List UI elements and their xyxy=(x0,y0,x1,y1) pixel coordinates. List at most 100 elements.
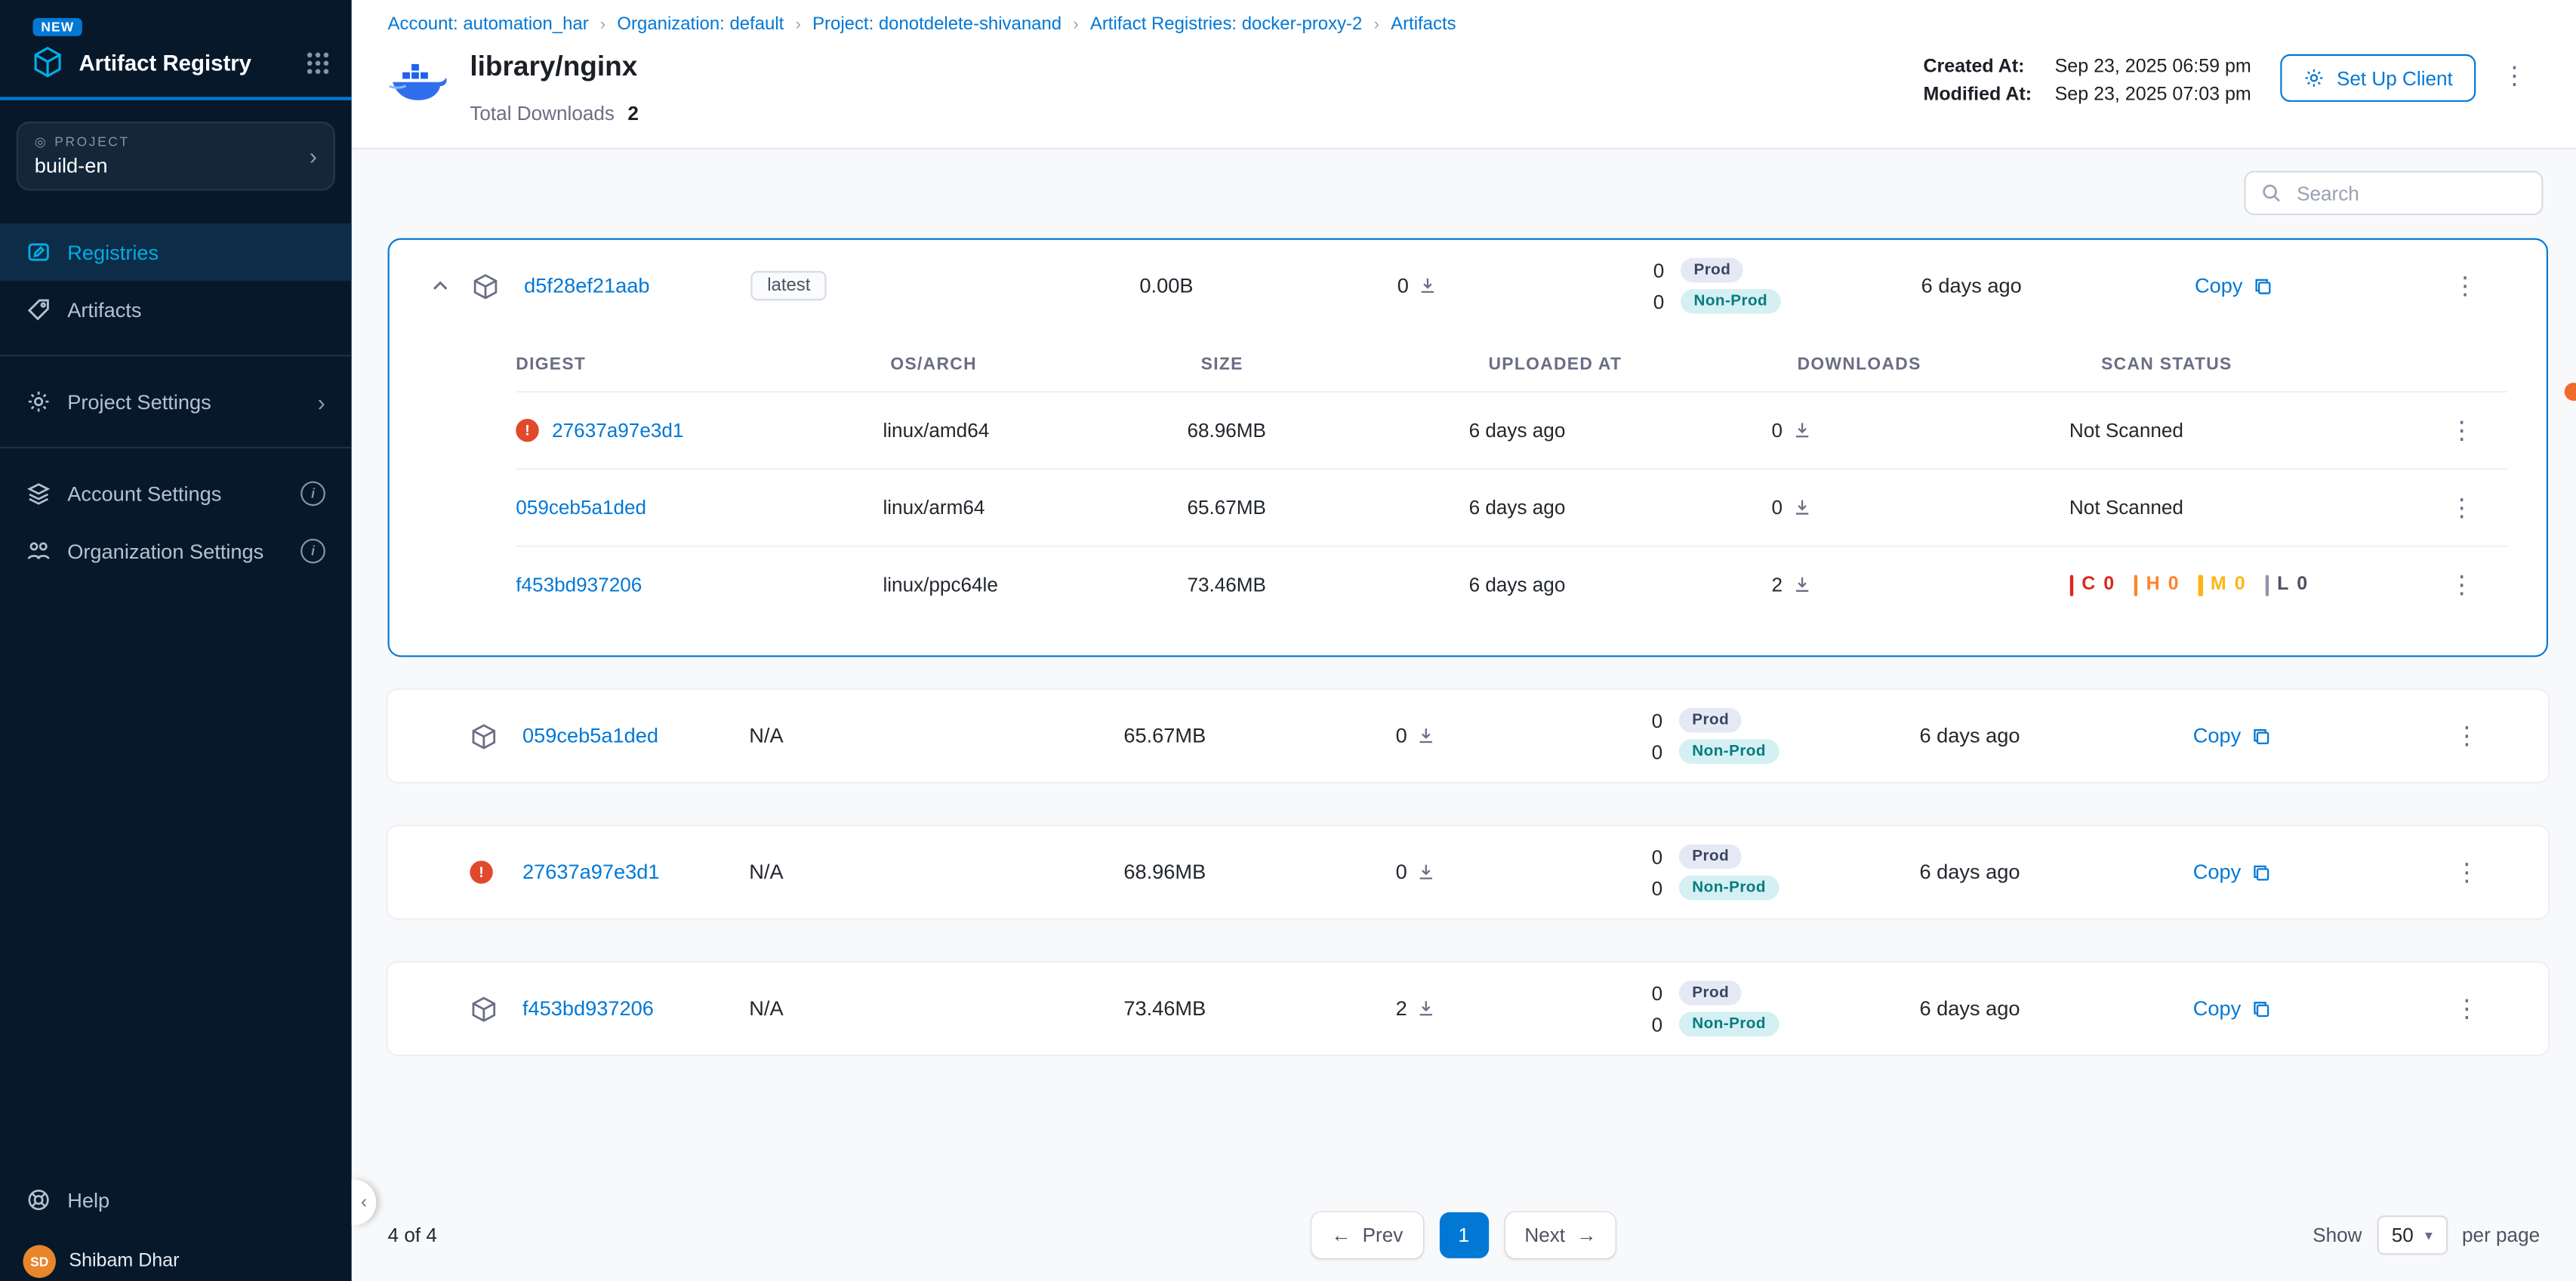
arrow-right-icon: → xyxy=(1576,1224,1596,1246)
digest-row[interactable]: f453bd937206 linux/ppc64le 73.46MB 6 day… xyxy=(516,545,2507,622)
created-at-label: Created At: xyxy=(1923,57,2032,77)
version-size: 65.67MB xyxy=(1028,725,1301,747)
total-downloads-value: 2 xyxy=(627,102,639,125)
digest-uploaded: 6 days ago xyxy=(1469,573,1772,596)
user-menu[interactable]: SD Shibam Dhar xyxy=(0,1229,352,1281)
main-content: Account: automation_har › Organization: … xyxy=(352,0,2576,1281)
version-downloads: 2 xyxy=(1396,997,1407,1020)
search-input[interactable] xyxy=(2294,180,2527,206)
row-kebab-menu-icon[interactable]: ⋮ xyxy=(2445,720,2489,751)
sidebar-item-help[interactable]: Help xyxy=(0,1172,352,1229)
row-kebab-menu-icon[interactable]: ⋮ xyxy=(2445,993,2489,1024)
version-row[interactable]: f453bd937206 N/A 73.46MB 2 0 Prod 0 xyxy=(388,962,2548,1055)
digest-link[interactable]: 059ceb5a1ded xyxy=(516,496,646,519)
total-downloads-label: Total Downloads xyxy=(470,102,615,125)
row-kebab-menu-icon[interactable]: ⋮ xyxy=(2439,569,2484,600)
sidebar-item-project-settings[interactable]: Project Settings › xyxy=(0,373,352,430)
copy-button[interactable]: Copy xyxy=(2195,274,2274,297)
account-icon xyxy=(26,482,51,507)
copy-icon xyxy=(2251,998,2272,1019)
prod-badge: Prod xyxy=(1679,844,1742,869)
prod-badge: Prod xyxy=(1679,708,1742,733)
deployments-cell: 0 Prod 0 Non-Prod xyxy=(1531,844,1813,900)
digest-os-arch: linux/ppc64le xyxy=(883,573,1187,596)
copy-button[interactable]: Copy xyxy=(2193,725,2272,747)
breadcrumb-registry[interactable]: Artifact Registries: docker-proxy-2 xyxy=(1090,15,1363,35)
digest-link[interactable]: f453bd937206 xyxy=(516,573,642,596)
copy-button[interactable]: Copy xyxy=(2193,861,2272,883)
breadcrumb-organization[interactable]: Organization: default xyxy=(617,15,784,35)
modified-at-label: Modified At: xyxy=(1923,85,2032,105)
toolbar xyxy=(352,149,2576,239)
setup-client-button[interactable]: Set Up Client xyxy=(2281,54,2476,102)
search-box[interactable] xyxy=(2244,171,2543,215)
copy-button[interactable]: Copy xyxy=(2193,997,2272,1020)
prev-page-button[interactable]: ← Prev xyxy=(1311,1212,1422,1258)
version-row[interactable]: ! 27637a97e3d1 N/A 68.96MB 0 0 Prod xyxy=(388,827,2548,919)
breadcrumb-project[interactable]: Project: donotdelete-shivanand xyxy=(812,15,1062,35)
prod-count: 0 xyxy=(1531,709,1662,731)
version-row[interactable]: 059ceb5a1ded N/A 65.67MB 0 0 Prod 0 xyxy=(388,690,2548,782)
app-switcher-icon[interactable] xyxy=(307,52,328,73)
deployments-cell: 0 Prod 0 Non-Prod xyxy=(1533,258,1815,314)
download-icon xyxy=(1417,999,1437,1018)
page-title: library/nginx xyxy=(470,51,1923,84)
collapse-chevron-up-icon[interactable] xyxy=(409,276,472,296)
digest-downloads: 2 xyxy=(1771,573,1783,596)
nonprod-count: 0 xyxy=(1531,1013,1662,1036)
version-name-link[interactable]: 27637a97e3d1 xyxy=(522,861,660,883)
version-size: 0.00B xyxy=(1030,274,1302,297)
sidebar-item-registries[interactable]: Registries xyxy=(0,223,352,281)
version-card: ! 27637a97e3d1 N/A 68.96MB 0 0 Prod xyxy=(388,827,2548,919)
row-kebab-menu-icon[interactable]: ⋮ xyxy=(2439,492,2484,523)
info-icon[interactable]: i xyxy=(300,539,325,564)
search-icon xyxy=(2260,183,2282,204)
page-number-button[interactable]: 1 xyxy=(1439,1212,1488,1258)
row-kebab-menu-icon[interactable]: ⋮ xyxy=(2439,414,2484,445)
tag-badge: latest xyxy=(750,271,827,300)
show-label: Show xyxy=(2313,1224,2362,1246)
breadcrumb-artifacts[interactable]: Artifacts xyxy=(1391,15,1456,35)
download-icon xyxy=(1419,276,1438,296)
version-updated: 6 days ago xyxy=(1813,997,2125,1020)
version-name-link[interactable]: d5f28ef21aab xyxy=(524,274,649,297)
result-count: 4 of 4 xyxy=(388,1224,437,1246)
page-size-select[interactable]: 50 ▾ xyxy=(2377,1215,2447,1255)
scan-status: Not Scanned xyxy=(2069,419,2439,442)
sidebar-item-account-settings[interactable]: Account Settings i xyxy=(0,465,352,522)
version-name-link[interactable]: 059ceb5a1ded xyxy=(522,725,658,747)
sidebar-item-label: Account Settings xyxy=(67,482,221,505)
severity-high: H 0 xyxy=(2134,574,2178,596)
version-row[interactable]: d5f28ef21aab latest 0.00B 0 0 Prod 0 xyxy=(390,240,2547,332)
project-selector[interactable]: ◎ PROJECT build-en › xyxy=(17,122,335,190)
info-icon[interactable]: i xyxy=(300,482,325,507)
row-kebab-menu-icon[interactable]: ⋮ xyxy=(2443,270,2488,301)
gear-icon xyxy=(2303,67,2325,88)
breadcrumb-account[interactable]: Account: automation_har xyxy=(388,15,589,35)
digest-row[interactable]: ! 27637a97e3d1 linux/amd64 68.96MB 6 day… xyxy=(516,391,2507,468)
nonprod-badge: Non-Prod xyxy=(1679,876,1779,901)
breadcrumb: Account: automation_har › Organization: … xyxy=(388,15,2544,35)
sidebar-divider xyxy=(0,355,352,356)
digest-row[interactable]: 059ceb5a1ded linux/arm64 65.67MB 6 days … xyxy=(516,468,2507,545)
digest-link[interactable]: 27637a97e3d1 xyxy=(552,419,683,442)
package-icon xyxy=(470,722,498,750)
column-header-size: SIZE xyxy=(1201,355,1489,374)
download-icon xyxy=(1417,862,1437,882)
next-page-button[interactable]: Next → xyxy=(1505,1212,1616,1258)
sidebar-item-label: Project Settings xyxy=(67,390,211,413)
sidebar-item-artifacts[interactable]: Artifacts xyxy=(0,281,352,338)
severity-medium: M 0 xyxy=(2199,574,2245,596)
modified-at-value: Sep 23, 2025 07:03 pm xyxy=(2055,85,2251,105)
sidebar-item-organization-settings[interactable]: Organization Settings i xyxy=(0,522,352,580)
project-name: build-en xyxy=(35,155,310,177)
version-name-link[interactable]: f453bd937206 xyxy=(522,997,654,1020)
digest-downloads: 0 xyxy=(1771,419,1783,442)
version-downloads: 0 xyxy=(1396,725,1407,747)
version-updated: 6 days ago xyxy=(1813,861,2125,883)
header-kebab-menu-icon[interactable]: ⋮ xyxy=(2492,61,2537,92)
row-kebab-menu-icon[interactable]: ⋮ xyxy=(2445,857,2489,888)
sidebar-nav: Registries Artifacts xyxy=(0,223,352,338)
gear-icon xyxy=(26,390,51,414)
page-header: Account: automation_har › Organization: … xyxy=(352,0,2576,148)
